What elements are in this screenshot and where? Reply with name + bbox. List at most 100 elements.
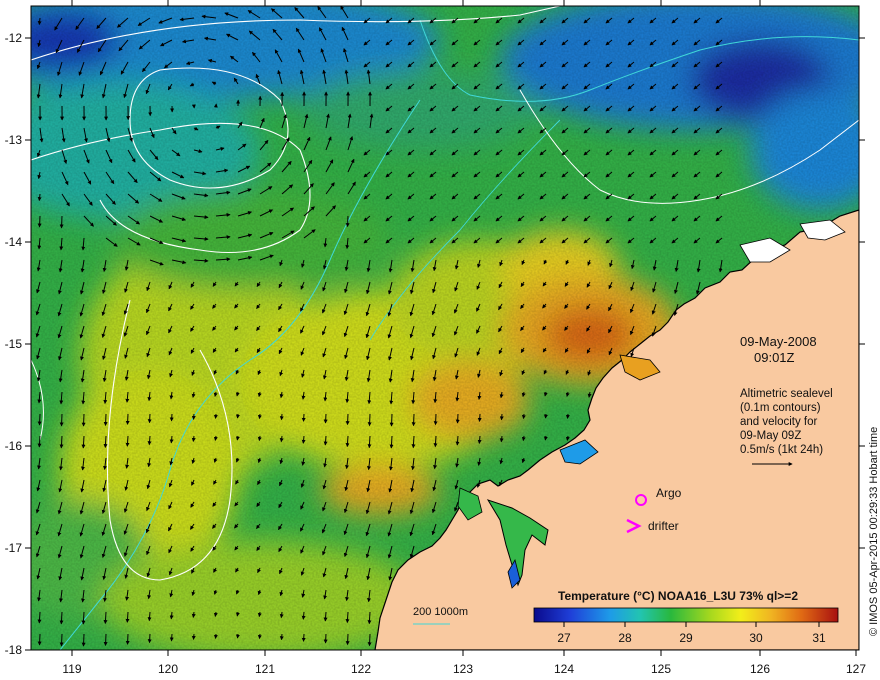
velocity-arrow [367, 633, 372, 647]
time-label: 09:01Z [754, 350, 795, 365]
velocity-arrow [323, 611, 328, 622]
velocity-arrow [191, 413, 196, 420]
drifter-label: drifter [648, 519, 679, 533]
velocity-arrow [147, 435, 152, 446]
lat-tick-label: -16 [5, 439, 23, 453]
velocity-arrow [345, 633, 350, 646]
velocity-arrow [59, 435, 64, 449]
velocity-arrow [323, 435, 328, 446]
velocity-arrow [543, 413, 548, 419]
velocity-arrow [103, 633, 108, 647]
lat-tick-label: -12 [5, 31, 23, 45]
velocity-arrow [169, 611, 174, 620]
velocity-arrow [433, 435, 438, 448]
velocity-arrow [521, 413, 526, 420]
description-line: and velocity for [740, 416, 818, 428]
description-line: 0.5m/s (1kt 24h) [740, 444, 823, 456]
argo-label: Argo [656, 486, 682, 500]
velocity-arrow [37, 435, 42, 448]
lon-tick-label: 121 [255, 662, 275, 676]
velocity-arrow [345, 611, 350, 624]
velocity-arrow [345, 413, 350, 426]
lon-tick-label: 120 [158, 662, 178, 676]
lon-tick-label: 122 [351, 662, 371, 676]
description-line: Altimetric sealevel [740, 388, 833, 400]
velocity-arrow [389, 413, 394, 427]
velocity-arrow [565, 435, 570, 441]
velocity-arrow [455, 435, 460, 446]
velocity-arrow [279, 413, 284, 421]
lon-tick-label: 127 [846, 662, 866, 676]
description-line: 09-May 09Z [740, 430, 801, 442]
lat-tick-label: -18 [5, 643, 23, 657]
velocity-arrow [37, 215, 42, 228]
lon-tick-label: 125 [651, 662, 671, 676]
description-line: (0.1m contours) [740, 402, 821, 414]
velocity-arrow [81, 435, 86, 449]
velocity-arrow [433, 413, 438, 426]
velocity-arrow [301, 435, 306, 444]
velocity-arrow [59, 215, 64, 229]
velocity-arrow [59, 633, 64, 647]
velocity-arrow [103, 435, 108, 449]
lon-tick-label: 124 [554, 662, 574, 676]
depth-legend: 200 1000m [413, 606, 468, 618]
velocity-arrow [411, 435, 416, 449]
velocity-arrow [279, 435, 284, 443]
velocity-arrow [257, 413, 262, 420]
velocity-arrow [213, 611, 218, 617]
velocity-arrow [301, 413, 306, 422]
velocity-arrow [191, 435, 196, 442]
velocity-arrow [323, 633, 328, 644]
velocity-arrow [191, 633, 196, 640]
date-label: 09-May-2008 [740, 334, 817, 349]
velocity-arrow [81, 633, 86, 647]
velocity-arrow [235, 611, 240, 617]
lat-tick-label: -13 [5, 133, 23, 147]
velocity-arrow [147, 413, 152, 424]
velocity-arrow [169, 435, 174, 444]
sst-map: 119 120 121 122 123 124 125 126 127 -12 … [5, 0, 880, 676]
velocity-arrow [59, 611, 64, 625]
lon-tick-label: 126 [750, 662, 770, 676]
velocity-arrow [301, 611, 306, 620]
colorbar-tick: 29 [679, 631, 693, 645]
velocity-arrow [125, 413, 130, 425]
velocity-arrow [257, 435, 262, 442]
velocity-arrow [257, 633, 262, 640]
velocity-arrow [37, 413, 42, 426]
velocity-arrow [411, 413, 416, 427]
velocity-arrow [59, 413, 64, 427]
colorbar-ramp [533, 607, 839, 623]
velocity-arrow [37, 611, 42, 624]
velocity-arrow [169, 633, 174, 642]
velocity-arrow [279, 633, 284, 641]
credit-text: © IMOS 05-Apr-2015 00:29:33 Hobart time [868, 427, 880, 636]
velocity-arrow [477, 413, 482, 422]
velocity-arrow [279, 611, 284, 619]
velocity-arrow [323, 413, 328, 424]
velocity-arrow [345, 215, 350, 228]
velocity-arrow [565, 413, 570, 419]
velocity-arrow [521, 435, 526, 442]
velocity-arrow [367, 435, 372, 449]
velocity-arrow [37, 17, 42, 26]
velocity-arrow [367, 413, 372, 427]
velocity-arrow [477, 435, 482, 444]
velocity-arrow [301, 633, 306, 642]
velocity-arrow [235, 435, 240, 441]
velocity-arrow [147, 611, 152, 622]
velocity-arrow [169, 413, 174, 422]
lat-tick-label: -15 [5, 337, 23, 351]
velocity-arrow [103, 413, 108, 427]
velocity-arrow [543, 435, 548, 441]
velocity-arrow [37, 193, 42, 202]
velocity-arrow [147, 633, 152, 644]
lon-tick-label: 123 [453, 662, 473, 676]
velocity-arrow [213, 633, 218, 639]
velocity-arrow [191, 611, 196, 618]
velocity-arrow [125, 435, 130, 447]
velocity-arrow [103, 611, 108, 625]
velocity-arrow [81, 611, 86, 625]
velocity-arrow [455, 413, 460, 424]
